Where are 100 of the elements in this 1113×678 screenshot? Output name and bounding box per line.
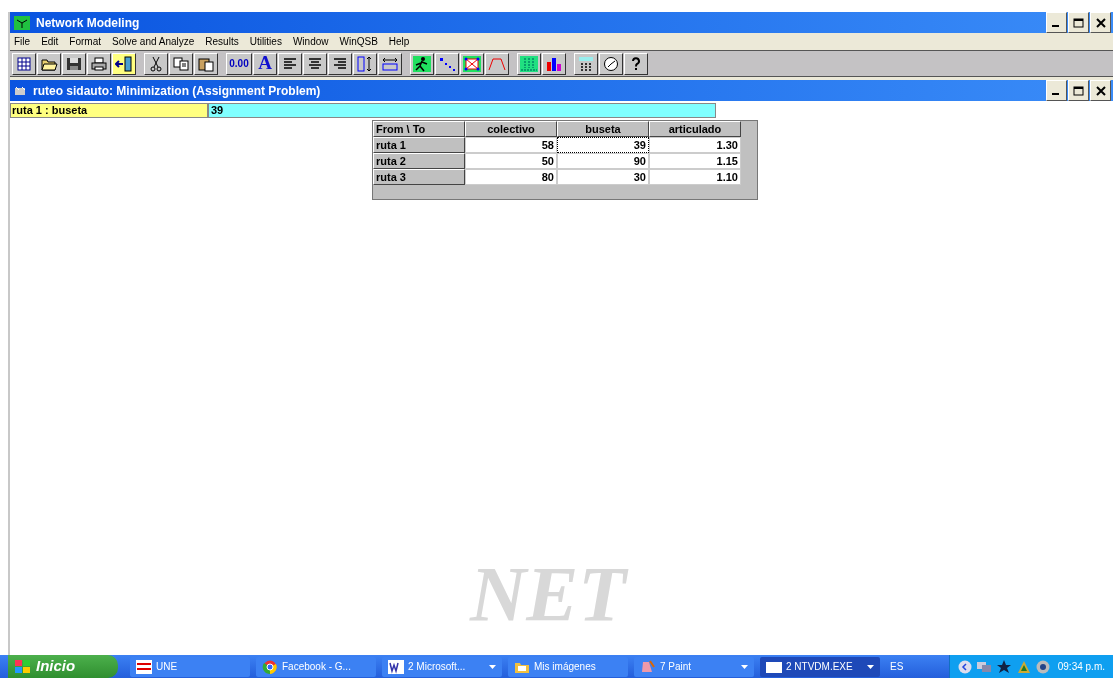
minimize-button[interactable] xyxy=(1046,12,1067,33)
toolbar-button[interactable] xyxy=(169,52,193,75)
document-icon xyxy=(388,659,404,674)
minimize-icon xyxy=(1051,24,1059,27)
nodes-icon xyxy=(438,55,456,72)
clipboard-icon xyxy=(197,55,215,72)
taskbar-button[interactable]: 2 Microsoft... xyxy=(382,656,502,677)
menu-item[interactable]: Solve and Analyze xyxy=(112,34,195,49)
toolbar-button[interactable] xyxy=(435,52,459,75)
app-icon xyxy=(14,15,30,30)
table-cell[interactable]: 1.15 xyxy=(649,153,741,169)
close-button[interactable] xyxy=(1090,80,1111,101)
table-cell[interactable]: 50 xyxy=(465,153,557,169)
window-title: Network Modeling xyxy=(36,14,141,32)
toolbar-button[interactable] xyxy=(194,52,218,75)
floppy-icon xyxy=(65,55,83,72)
chevron-icon[interactable] xyxy=(957,659,972,674)
toolbar-button[interactable] xyxy=(542,52,566,75)
row-header: ruta 2 xyxy=(373,153,465,169)
taskbar-button[interactable]: 2 NTVDM.EXE xyxy=(760,656,880,677)
menu-item[interactable]: Utilities xyxy=(249,34,282,49)
toolbar-button[interactable] xyxy=(278,52,302,75)
menu-item[interactable]: Results xyxy=(205,34,239,49)
taskbar-button[interactable]: 7 Paint xyxy=(634,656,754,677)
toolbar-button[interactable] xyxy=(112,52,136,75)
dropdown-arrow-icon xyxy=(867,664,874,669)
toolbar-button[interactable] xyxy=(574,52,598,75)
copy-icon xyxy=(172,55,190,72)
door-arrow-icon xyxy=(115,55,133,72)
column-header: colectivo xyxy=(465,121,557,137)
console-icon xyxy=(766,659,782,674)
taskbar-button[interactable]: Mis imágenes xyxy=(508,656,628,677)
menu-item[interactable]: Edit xyxy=(41,34,59,49)
decimal-button[interactable]: 0.00 xyxy=(226,52,252,75)
toolbar-button[interactable] xyxy=(485,52,509,75)
toolbar-button[interactable] xyxy=(87,52,111,75)
table-cell[interactable]: 58 xyxy=(465,137,557,153)
toolbar-button[interactable] xyxy=(460,52,484,75)
close-button[interactable] xyxy=(1090,12,1111,33)
bar-chart-icon xyxy=(545,55,563,72)
toolbar-button[interactable] xyxy=(12,52,36,75)
toolbar-button[interactable] xyxy=(378,52,402,75)
close-icon xyxy=(1095,17,1106,28)
row-header: ruta 3 xyxy=(373,169,465,185)
menu-item[interactable]: Help xyxy=(388,34,410,49)
trapezoid-icon xyxy=(488,55,506,72)
column-header: From \ To xyxy=(373,121,465,137)
taskbar-button[interactable]: UNE xyxy=(130,656,250,677)
toolbar-button[interactable] xyxy=(37,52,61,75)
language-indicator[interactable]: ES xyxy=(890,659,904,674)
menu-item[interactable]: File xyxy=(14,34,31,49)
align-center-icon xyxy=(306,55,324,72)
toolbar-button[interactable] xyxy=(599,52,623,75)
align-right-icon xyxy=(331,55,349,72)
table-cell[interactable]: 1.30 xyxy=(649,137,741,153)
toolbar-button[interactable] xyxy=(144,52,168,75)
toolbar-button[interactable] xyxy=(328,52,352,75)
network-graph-icon xyxy=(463,55,481,72)
dropdown-arrow-icon xyxy=(741,664,748,669)
dropdown-arrow-icon xyxy=(489,664,496,669)
table-cell[interactable]: 80 xyxy=(465,169,557,185)
align-left-icon xyxy=(281,55,299,72)
row-header: ruta 1 xyxy=(373,137,465,153)
scissors-icon xyxy=(147,55,165,72)
close-icon xyxy=(1095,85,1106,96)
menu-item[interactable]: WinQSB xyxy=(339,34,378,49)
menu-item[interactable]: Format xyxy=(69,34,102,49)
table-cell[interactable]: 39 xyxy=(557,137,649,153)
paint-icon xyxy=(640,659,656,674)
column-header: articulado xyxy=(649,121,741,137)
maximize-button[interactable] xyxy=(1068,80,1089,101)
toolbar-button[interactable] xyxy=(303,52,327,75)
matrix-icon xyxy=(520,55,538,72)
maximize-button[interactable] xyxy=(1068,12,1089,33)
minimize-button[interactable] xyxy=(1046,80,1067,101)
running-figure-icon xyxy=(413,55,431,72)
clock-icon xyxy=(602,55,620,72)
table-cell[interactable]: 90 xyxy=(557,153,649,169)
toolbar-button[interactable] xyxy=(517,52,541,75)
taskbar-button[interactable]: Facebook - G... xyxy=(256,656,376,677)
toolbar-button[interactable] xyxy=(62,52,86,75)
windows-logo-icon xyxy=(14,658,32,675)
document-icon xyxy=(14,84,28,97)
maximize-icon xyxy=(1073,17,1084,28)
toolbar-button[interactable] xyxy=(624,52,648,75)
minimize-icon xyxy=(1051,92,1059,95)
star-icon[interactable] xyxy=(995,659,1012,674)
font-button[interactable]: A xyxy=(253,52,277,75)
printer-icon xyxy=(90,55,108,72)
cell-reference: ruta 1 : buseta xyxy=(10,103,208,118)
toolbar-button[interactable] xyxy=(353,52,377,75)
table-cell[interactable]: 30 xyxy=(557,169,649,185)
table-cell[interactable]: 1.10 xyxy=(649,169,741,185)
calculator-icon xyxy=(577,55,595,72)
app-icon xyxy=(136,659,152,674)
menu-item[interactable]: Window xyxy=(292,34,329,49)
toolbar-button[interactable] xyxy=(410,52,434,75)
cell-value-field[interactable]: 39 xyxy=(208,103,716,118)
document-title: ruteo sidauto: Minimization (Assignment Problem) xyxy=(33,82,322,100)
maximize-icon xyxy=(1073,85,1084,96)
